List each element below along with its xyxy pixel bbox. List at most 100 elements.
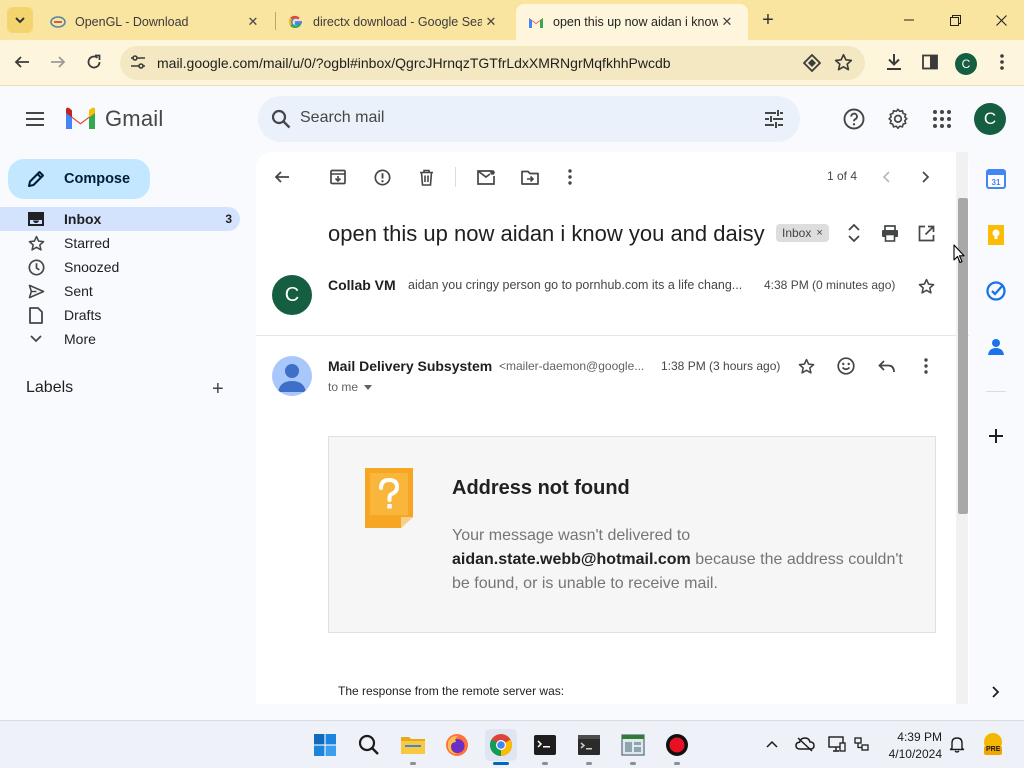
message-more-button[interactable] (914, 354, 938, 378)
sender-name[interactable]: Collab VM (328, 277, 396, 293)
mark-unread-button[interactable] (474, 165, 498, 189)
move-to-button[interactable] (518, 165, 542, 189)
restore-button[interactable] (932, 0, 978, 40)
nav-item-starred[interactable]: Starred (0, 231, 240, 255)
chrome-button[interactable] (485, 729, 517, 761)
tasks-app-icon[interactable] (984, 279, 1008, 303)
failed-address: aidan.state.webb@hotmail.com (452, 551, 691, 568)
recorder-button[interactable] (661, 729, 693, 761)
nav-label: Drafts (64, 307, 102, 323)
search-icon[interactable] (270, 108, 292, 130)
chrome-menu-button[interactable] (988, 48, 1016, 76)
start-button[interactable] (309, 729, 341, 761)
star-message-button[interactable] (914, 274, 938, 298)
settings-gear-icon[interactable] (886, 107, 910, 131)
nav-item-snoozed[interactable]: Snoozed (0, 255, 240, 279)
reply-icon (877, 359, 895, 372)
sender-avatar[interactable] (272, 356, 312, 396)
back-to-inbox-button[interactable] (270, 165, 294, 189)
browser-profile-avatar[interactable]: C (955, 53, 977, 75)
taskbar-clock[interactable]: 4:39 PM 4/10/2024 (884, 729, 942, 763)
arrow-left-icon (14, 56, 29, 68)
show-hidden-icons-button[interactable] (761, 733, 783, 755)
get-addons-icon[interactable] (984, 424, 1008, 448)
site-info-icon[interactable] (130, 54, 146, 70)
remove-label-icon[interactable]: × (816, 227, 822, 239)
new-tab-button[interactable]: + (757, 9, 779, 31)
show-side-panel-icon[interactable] (984, 680, 1008, 704)
close-window-button[interactable] (978, 0, 1024, 40)
main-menu-button[interactable] (24, 108, 46, 130)
nav-label: More (64, 331, 96, 347)
search-options-icon[interactable] (763, 108, 785, 130)
onedrive-tray-icon[interactable] (794, 733, 816, 755)
report-spam-button[interactable] (370, 165, 394, 189)
nav-item-sent[interactable]: Sent (0, 279, 240, 303)
star-message-button[interactable] (794, 354, 818, 378)
delete-button[interactable] (414, 165, 438, 189)
back-button[interactable] (8, 48, 36, 76)
nav-item-drafts[interactable]: Drafts (0, 303, 240, 327)
gmail-logo[interactable]: Gmail (64, 106, 163, 132)
older-button[interactable] (914, 165, 938, 189)
arrow-left-icon (274, 171, 289, 183)
side-panel-icon (922, 54, 938, 70)
close-tab-icon[interactable]: ✕ (482, 13, 500, 31)
close-tab-icon[interactable]: ✕ (244, 13, 262, 31)
nav-item-more[interactable]: More (0, 327, 240, 351)
account-avatar[interactable]: C (974, 103, 1006, 135)
support-icon[interactable] (842, 107, 866, 131)
create-label-button[interactable]: + (212, 379, 224, 399)
archive-button[interactable] (326, 165, 350, 189)
bookmark-star-icon[interactable] (834, 53, 853, 72)
forward-button[interactable] (44, 48, 72, 76)
close-tab-icon[interactable]: ✕ (718, 13, 736, 31)
tab-gmail[interactable]: open this up now aidan i know ✕ (516, 4, 748, 40)
taskbar-search-button[interactable] (353, 729, 385, 761)
message-snippet[interactable]: aidan you cringy person go to pornhub.co… (408, 278, 758, 292)
keep-app-icon[interactable] (984, 223, 1008, 247)
search-mail-input[interactable]: Search mail (258, 96, 800, 142)
command-prompt-button[interactable] (573, 729, 605, 761)
reply-button[interactable] (874, 354, 898, 378)
open-new-window-button[interactable] (915, 222, 937, 244)
mark-unread-icon (477, 169, 495, 185)
weather-widget[interactable]: PRE (980, 731, 1006, 757)
sender-avatar[interactable]: C (272, 275, 312, 315)
tab-search-button[interactable] (7, 7, 33, 33)
running-indicator (674, 762, 680, 765)
sender-name[interactable]: Mail Delivery Subsystem (328, 358, 492, 374)
side-panel-button[interactable] (916, 48, 944, 76)
more-actions-button[interactable] (558, 165, 582, 189)
add-reaction-button[interactable] (834, 354, 858, 378)
system-window-icon (621, 734, 645, 756)
downloads-button[interactable] (880, 48, 908, 76)
terminal-app-button[interactable] (529, 729, 561, 761)
print-all-button[interactable] (879, 222, 901, 244)
contacts-app-icon[interactable] (984, 335, 1008, 359)
inbox-icon (27, 210, 45, 228)
address-bar[interactable]: mail.google.com/mail/u/0/?ogbl#inbox/Qgr… (120, 46, 865, 80)
nav-item-inbox[interactable]: Inbox 3 (0, 207, 240, 231)
notifications-button[interactable] (946, 733, 968, 755)
side-panel-divider (986, 391, 1006, 392)
tab-opengl[interactable]: OpenGL - Download ✕ (38, 4, 274, 40)
firefox-button[interactable] (441, 729, 473, 761)
reload-button[interactable] (80, 48, 108, 76)
minimize-button[interactable] (886, 0, 932, 40)
file-explorer-button[interactable] (397, 729, 429, 761)
newer-button[interactable] (874, 165, 898, 189)
google-apps-icon[interactable] (930, 107, 954, 131)
compose-button[interactable]: Compose (8, 159, 150, 199)
tab-google-search[interactable]: directx download - Google Sea ✕ (276, 4, 512, 40)
clock-date: 4/10/2024 (888, 747, 942, 761)
display-tray-icon[interactable] (826, 733, 848, 755)
network-tray-icon[interactable] (851, 733, 873, 755)
inbox-label-chip[interactable]: Inbox × (776, 224, 829, 242)
expand-all-button[interactable] (843, 222, 865, 244)
google-lens-icon[interactable] (803, 54, 821, 72)
recipient-details-toggle[interactable]: to me (328, 380, 373, 394)
running-indicator (586, 762, 592, 765)
calendar-app-icon[interactable]: 31 (984, 167, 1008, 191)
system-info-button[interactable] (617, 729, 649, 761)
